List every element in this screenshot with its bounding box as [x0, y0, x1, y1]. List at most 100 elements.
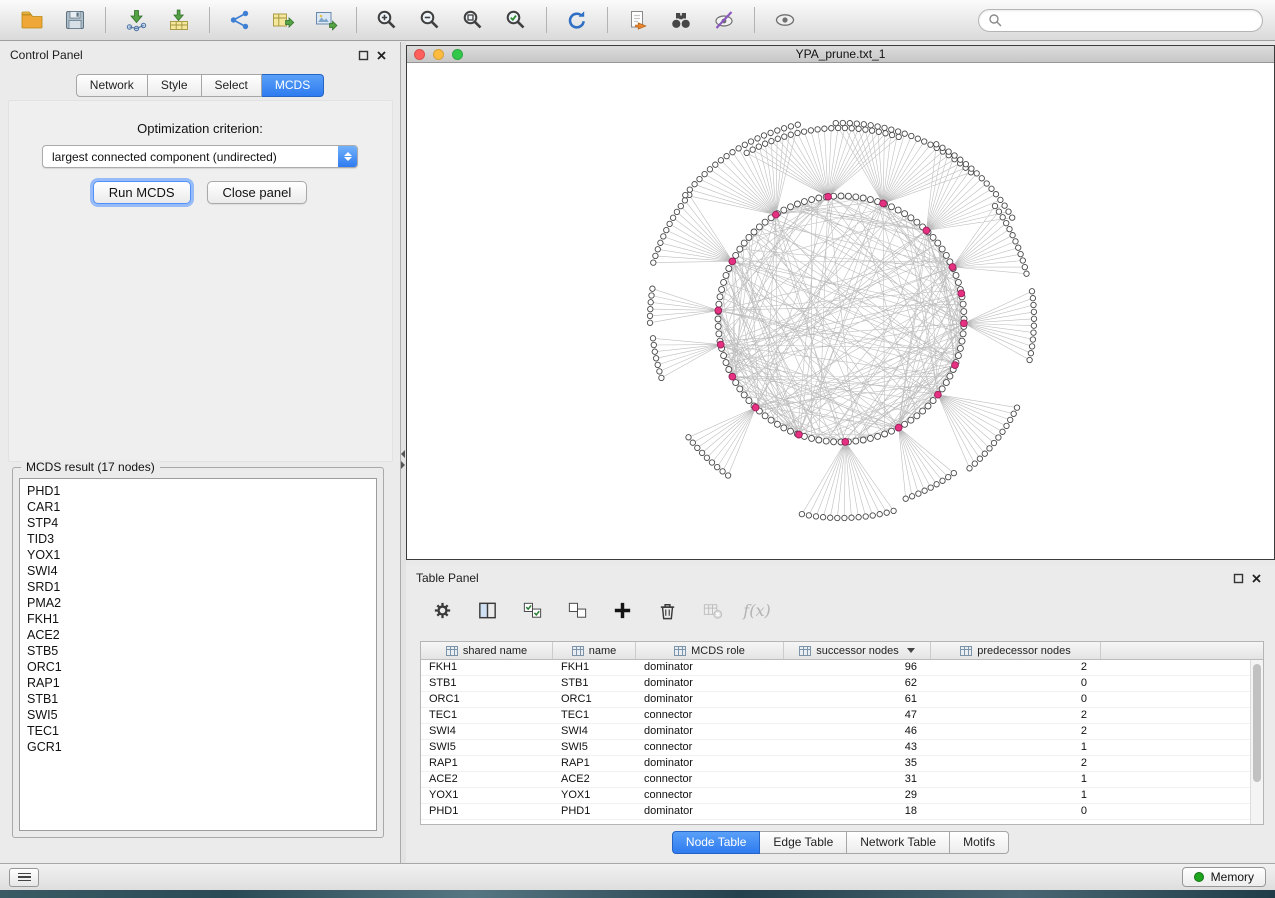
- list-item[interactable]: RAP1: [27, 675, 376, 691]
- tab-style[interactable]: Style: [148, 74, 202, 97]
- table-row[interactable]: SWI5SWI5connector431: [421, 740, 1250, 756]
- cell-predecessors: 0: [931, 692, 1101, 707]
- list-item[interactable]: PMA2: [27, 595, 376, 611]
- show-graphics-details-button[interactable]: [765, 4, 805, 37]
- tab-mcds[interactable]: MCDS: [262, 74, 324, 97]
- window-maximize-button[interactable]: [452, 49, 463, 60]
- hide-selected-button[interactable]: [704, 4, 744, 37]
- scrollbar-thumb[interactable]: [1253, 664, 1261, 782]
- splitter-collapse-buttons[interactable]: [401, 450, 405, 469]
- cell-role: dominator: [636, 804, 784, 819]
- table-row[interactable]: RAP1RAP1dominator352: [421, 756, 1250, 772]
- export-network-button[interactable]: [220, 4, 260, 37]
- table-row[interactable]: PHD1PHD1dominator180: [421, 804, 1250, 820]
- collapse-left-icon: [401, 450, 405, 458]
- export-image-icon: [314, 8, 338, 32]
- cell-role: dominator: [636, 756, 784, 771]
- tab-motifs[interactable]: Motifs: [950, 831, 1009, 854]
- refresh-view-button[interactable]: [557, 4, 597, 37]
- list-item[interactable]: STP4: [27, 515, 376, 531]
- list-item[interactable]: TID3: [27, 531, 376, 547]
- network-canvas[interactable]: [407, 63, 1274, 559]
- search-box[interactable]: [978, 9, 1263, 32]
- tab-select[interactable]: Select: [202, 74, 262, 97]
- close-panel-button[interactable]: [372, 46, 390, 64]
- zoom-in-button[interactable]: [367, 4, 407, 37]
- search-icon: [988, 13, 1002, 27]
- memory-label: Memory: [1211, 870, 1254, 884]
- run-mcds-button[interactable]: Run MCDS: [93, 181, 191, 204]
- criterion-select[interactable]: largest connected component (undirected): [42, 145, 358, 168]
- add-row-button[interactable]: [608, 596, 636, 624]
- window-close-button[interactable]: [414, 49, 425, 60]
- tab-network-table[interactable]: Network Table: [847, 831, 950, 854]
- list-item[interactable]: STB5: [27, 643, 376, 659]
- import-network-button[interactable]: [116, 4, 156, 37]
- cell-successors: 61: [784, 692, 931, 707]
- share-document-button[interactable]: [618, 4, 658, 37]
- deselect-all-button[interactable]: [563, 596, 591, 624]
- close-table-panel-button[interactable]: [1247, 569, 1265, 587]
- tab-edge-table[interactable]: Edge Table: [760, 831, 847, 854]
- list-item[interactable]: ORC1: [27, 659, 376, 675]
- mcds-result-list[interactable]: PHD1CAR1STP4TID3YOX1SWI4SRD1PMA2FKH1ACE2…: [19, 478, 377, 831]
- column-header-successor-nodes[interactable]: successor nodes: [784, 642, 931, 659]
- cell-successors: 62: [784, 676, 931, 691]
- table-scrollbar[interactable]: [1250, 660, 1263, 824]
- list-item[interactable]: TEC1: [27, 723, 376, 739]
- panel-menu-button[interactable]: [9, 868, 39, 887]
- column-header-MCDS-role[interactable]: MCDS role: [636, 642, 784, 659]
- table-row[interactable]: STB1STB1dominator620: [421, 676, 1250, 692]
- delete-table-button[interactable]: [698, 596, 726, 624]
- show-columns-button[interactable]: [473, 596, 501, 624]
- column-header-predecessor-nodes[interactable]: predecessor nodes: [931, 642, 1101, 659]
- network-view-window[interactable]: YPA_prune.txt_1: [406, 45, 1275, 560]
- list-item[interactable]: FKH1: [27, 611, 376, 627]
- table-row[interactable]: TEC1TEC1connector472: [421, 708, 1250, 724]
- list-item[interactable]: SRD1: [27, 579, 376, 595]
- list-item[interactable]: SWI5: [27, 707, 376, 723]
- list-item[interactable]: PHD1: [27, 483, 376, 499]
- cell-predecessors: 1: [931, 740, 1101, 755]
- memory-button[interactable]: Memory: [1182, 867, 1266, 887]
- table-row[interactable]: YOX1YOX1connector291: [421, 788, 1250, 804]
- float-table-panel-button[interactable]: [1229, 569, 1247, 587]
- table-row[interactable]: FKH1FKH1dominator962: [421, 660, 1250, 676]
- list-item[interactable]: GCR1: [27, 739, 376, 755]
- toolbar-separator: [754, 7, 755, 33]
- window-minimize-button[interactable]: [433, 49, 444, 60]
- export-table-button[interactable]: [263, 4, 303, 37]
- tab-network[interactable]: Network: [76, 74, 148, 97]
- list-item[interactable]: CAR1: [27, 499, 376, 515]
- function-builder-button[interactable]: f(x): [743, 596, 771, 624]
- save-session-button[interactable]: [55, 4, 95, 37]
- list-item[interactable]: ACE2: [27, 627, 376, 643]
- open-session-button[interactable]: [12, 4, 52, 37]
- close-panel-action-button[interactable]: Close panel: [207, 181, 308, 204]
- delete-row-button[interactable]: [653, 596, 681, 624]
- column-header-name[interactable]: name: [553, 642, 636, 659]
- select-all-button[interactable]: [518, 596, 546, 624]
- search-input[interactable]: [1007, 13, 1253, 27]
- network-window-titlebar[interactable]: YPA_prune.txt_1: [407, 46, 1274, 63]
- import-table-button[interactable]: [159, 4, 199, 37]
- export-image-button[interactable]: [306, 4, 346, 37]
- cell-name: ACE2: [553, 772, 636, 787]
- zoom-out-button[interactable]: [410, 4, 450, 37]
- chevron-down-icon[interactable]: [907, 648, 915, 653]
- table-row[interactable]: ORC1ORC1dominator610: [421, 692, 1250, 708]
- table-settings-button[interactable]: [428, 596, 456, 624]
- list-item[interactable]: YOX1: [27, 547, 376, 563]
- column-header-shared-name[interactable]: shared name: [421, 642, 553, 659]
- zoom-selected-button[interactable]: [496, 4, 536, 37]
- float-panel-button[interactable]: [354, 46, 372, 64]
- search-network-button[interactable]: [661, 4, 701, 37]
- table-row[interactable]: ACE2ACE2connector311: [421, 772, 1250, 788]
- table-toolbar: f(x): [406, 591, 1275, 629]
- tab-node-table[interactable]: Node Table: [672, 831, 761, 854]
- list-item[interactable]: STB1: [27, 691, 376, 707]
- zoom-fit-button[interactable]: [453, 4, 493, 37]
- list-item[interactable]: SWI4: [27, 563, 376, 579]
- table-row[interactable]: SWI4SWI4dominator462: [421, 724, 1250, 740]
- refresh-icon: [565, 8, 589, 32]
